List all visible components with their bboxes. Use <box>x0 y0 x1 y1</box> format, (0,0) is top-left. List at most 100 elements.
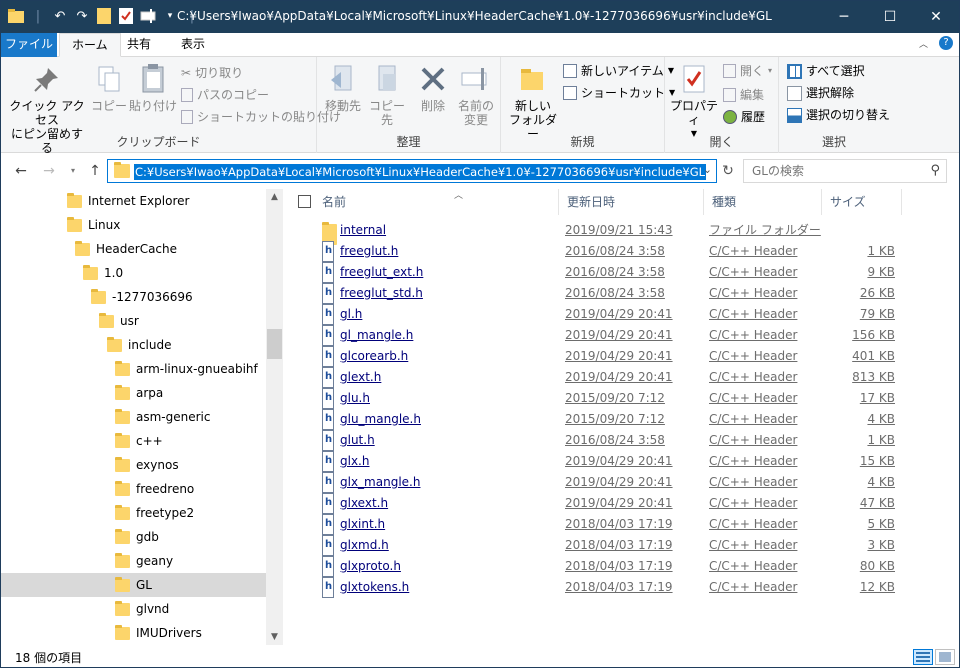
header-file-icon <box>322 450 334 472</box>
edit-button[interactable]: 編集 <box>723 85 764 105</box>
rename-icon[interactable] <box>139 7 157 25</box>
column-header-date[interactable]: 更新日時 <box>559 189 704 215</box>
nav-item-freedreno[interactable]: freedreno <box>115 477 194 501</box>
new-folder-button[interactable]: 新しい フォルダー <box>505 63 561 141</box>
tab-share[interactable]: 共有 <box>115 33 163 57</box>
file-row[interactable]: glxmd.h 2018/04/03 17:19 C/C++ Header 3 KB <box>314 534 914 556</box>
nav-item-arpa[interactable]: arpa <box>115 381 163 405</box>
collapse-ribbon-chevron-icon[interactable]: ︿ <box>919 37 928 50</box>
minimize-button[interactable]: ─ <box>821 1 867 33</box>
new-item-button[interactable]: 新しいアイテム ▼ <box>563 61 674 81</box>
address-dropdown-chevron-icon[interactable]: ⌄ <box>703 163 712 176</box>
copy-button[interactable]: コピー <box>91 63 127 113</box>
file-row[interactable]: glut.h 2016/08/24 3:58 C/C++ Header 1 KB <box>314 429 914 451</box>
move-to-button[interactable]: 移動先 <box>321 63 365 113</box>
header-file-icon <box>322 303 334 325</box>
paste-button[interactable]: 貼り付け <box>129 63 177 113</box>
group-new: 新しい フォルダー 新しいアイテム ▼ ショートカット ▼ 新規 <box>501 57 675 153</box>
back-arrow-icon[interactable]: ← <box>13 163 29 179</box>
file-row[interactable]: glu_mangle.h 2015/09/20 7:12 C/C++ Header 4… <box>314 408 914 430</box>
scrollbar-thumb[interactable] <box>267 329 282 359</box>
history-button[interactable]: 履歴 <box>723 107 765 127</box>
nav-item-label: GL <box>136 578 152 592</box>
folder-icon <box>7 7 25 25</box>
tab-home[interactable]: ホーム <box>59 33 121 57</box>
undo-icon[interactable]: ↶ <box>51 7 69 25</box>
file-row[interactable]: freeglut_std.h 2016/08/24 3:58 C/C++ Heade… <box>314 282 914 304</box>
nav-item-imudrivers[interactable]: IMUDrivers <box>115 621 202 645</box>
select-none-button[interactable]: 選択解除 <box>787 83 854 103</box>
nav-item-1277036696[interactable]: -1277036696 <box>91 285 193 309</box>
file-size: 3 KB <box>867 538 895 552</box>
nav-item-glvnd[interactable]: glvnd <box>115 597 169 621</box>
nav-item-gl[interactable]: GL <box>1 573 266 597</box>
file-row[interactable]: glxtokens.h 2018/04/03 17:19 C/C++ Header 1… <box>314 576 914 598</box>
redo-icon[interactable]: ↷ <box>73 7 91 25</box>
refresh-icon[interactable]: ↻ <box>717 159 739 183</box>
column-header-name[interactable]: 名前 ︿ <box>314 189 559 215</box>
address-bar[interactable]: C:¥Users¥Iwao¥AppData¥Local¥Microsoft¥Li… <box>107 159 717 183</box>
file-size: 1 KB <box>867 244 895 258</box>
nav-item-freetype2[interactable]: freetype2 <box>115 501 194 525</box>
nav-item-1-0[interactable]: 1.0 <box>83 261 123 285</box>
copy-path-button[interactable]: パスのコピー <box>181 85 269 105</box>
cut-button[interactable]: ✂ 切り取り <box>181 63 243 83</box>
nav-item-usr[interactable]: usr <box>99 309 139 333</box>
file-row[interactable]: glxproto.h 2018/04/03 17:19 C/C++ Header 80… <box>314 555 914 577</box>
file-row[interactable]: glu.h 2015/09/20 7:12 C/C++ Header 17 KB <box>314 387 914 409</box>
copy-to-button[interactable]: コピー先 <box>365 63 409 127</box>
nav-item-exynos[interactable]: exynos <box>115 453 179 477</box>
nav-item-c[interactable]: c++ <box>115 429 163 453</box>
tab-file[interactable]: ファイル <box>1 33 57 57</box>
search-box[interactable]: ⚲ <box>743 159 947 183</box>
scroll-up-arrow-icon[interactable]: ▲ <box>266 189 283 205</box>
easy-access-button[interactable]: ショートカット ▼ <box>563 83 675 103</box>
new-folder-icon[interactable] <box>95 7 113 25</box>
nav-item-include[interactable]: include <box>107 333 171 357</box>
invert-selection-button[interactable]: 選択の切り替え <box>787 105 890 125</box>
file-row[interactable]: gl_mangle.h 2019/04/29 20:41 C/C++ Header 1… <box>314 324 914 346</box>
address-path[interactable]: C:¥Users¥Iwao¥AppData¥Local¥Microsoft¥Li… <box>134 164 707 180</box>
file-row[interactable]: glxint.h 2018/04/03 17:19 C/C++ Header 5 KB <box>314 513 914 535</box>
close-button[interactable]: ✕ <box>913 1 959 33</box>
file-row[interactable]: freeglut.h 2016/08/24 3:58 C/C++ Header 1 K… <box>314 240 914 262</box>
tab-view[interactable]: 表示 <box>169 33 217 57</box>
nav-item-arm-linux-gnueabihf[interactable]: arm-linux-gnueabihf <box>115 357 258 381</box>
up-arrow-icon[interactable]: ↑ <box>87 163 103 179</box>
file-row[interactable]: glxext.h 2019/04/29 20:41 C/C++ Header 47 K… <box>314 492 914 514</box>
nav-item-gdb[interactable]: gdb <box>115 525 159 549</box>
help-icon[interactable]: ? <box>939 36 953 50</box>
select-all-checkbox[interactable] <box>298 195 311 208</box>
maximize-button[interactable]: ☐ <box>867 1 913 33</box>
nav-item-asm-generic[interactable]: asm-generic <box>115 405 210 429</box>
header-file-icon <box>322 408 334 430</box>
file-row[interactable]: freeglut_ext.h 2016/08/24 3:58 C/C++ Heade… <box>314 261 914 283</box>
properties-button[interactable]: プロパティ ▼ <box>667 63 721 141</box>
file-row[interactable]: glx.h 2019/04/29 20:41 C/C++ Header 15 KB <box>314 450 914 472</box>
column-header-size[interactable]: サイズ <box>822 189 902 215</box>
search-input[interactable] <box>752 163 922 179</box>
nav-item-linux[interactable]: Linux <box>67 213 120 237</box>
scroll-down-arrow-icon[interactable]: ▼ <box>266 629 283 645</box>
delete-button[interactable]: 削除 <box>415 63 451 113</box>
file-row[interactable]: glcorearb.h 2019/04/29 20:41 C/C++ Header 4… <box>314 345 914 367</box>
file-row[interactable]: glx_mangle.h 2019/04/29 20:41 C/C++ Header… <box>314 471 914 493</box>
navigation-scrollbar[interactable]: ▲ ▼ <box>266 189 283 645</box>
file-row[interactable]: gl.h 2019/04/29 20:41 C/C++ Header 79 KB <box>314 303 914 325</box>
nav-item-internet-explorer[interactable]: Internet Explorer <box>67 189 189 213</box>
large-icons-view-icon[interactable] <box>935 649 955 665</box>
select-all-button[interactable]: すべて選択 <box>787 61 865 81</box>
forward-arrow-icon[interactable]: → <box>41 163 57 179</box>
open-button[interactable]: 開く ▾ <box>723 61 772 81</box>
nav-item-geany[interactable]: geany <box>115 549 173 573</box>
column-header-type[interactable]: 種類 <box>704 189 822 215</box>
header-file-icon <box>322 345 334 367</box>
file-type: C/C++ Header <box>709 328 798 342</box>
rename-button[interactable]: 名前の 変更 <box>455 63 497 127</box>
file-row[interactable]: glext.h 2019/04/29 20:41 C/C++ Header 813 K… <box>314 366 914 388</box>
nav-item-headercache[interactable]: HeaderCache <box>75 237 177 261</box>
recent-locations-chevron-icon[interactable]: ▾ <box>65 163 81 179</box>
properties-check-icon[interactable] <box>117 7 135 25</box>
details-view-icon[interactable] <box>913 649 933 665</box>
folder-row[interactable]: internal 2019/09/21 15:43 ファイル フォルダー <box>314 220 914 245</box>
